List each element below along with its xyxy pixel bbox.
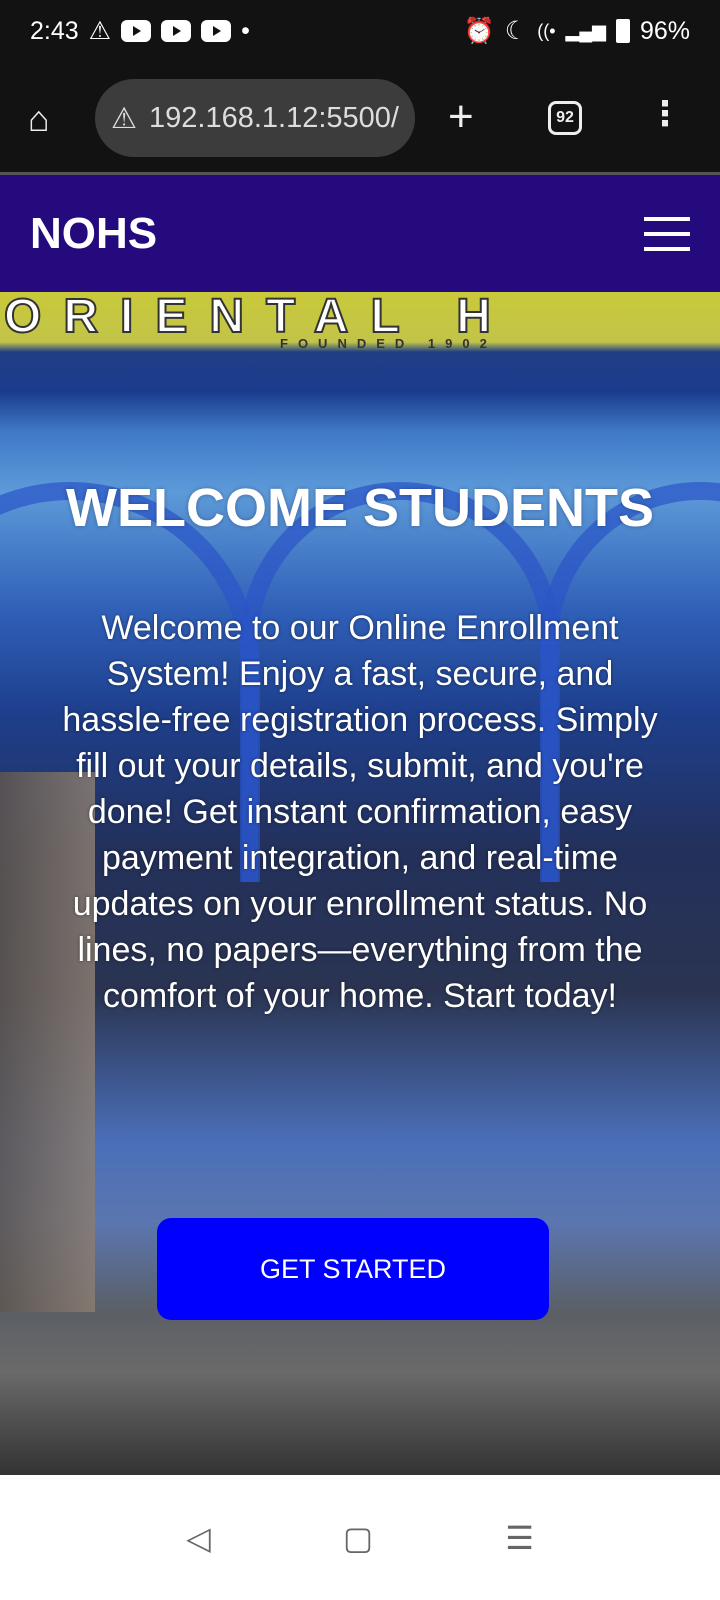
- address-bar[interactable]: ⚠ 192.168.1.12:5500/: [95, 79, 415, 157]
- brand-logo[interactable]: NOHS: [30, 209, 157, 259]
- more-menu-icon[interactable]: ⋮: [648, 94, 682, 134]
- url-text[interactable]: 192.168.1.12:5500/: [149, 102, 399, 135]
- battery-icon: [615, 19, 630, 43]
- browser-toolbar: ⌂ ⚠ 192.168.1.12:5500/ + 92 ⋮: [0, 62, 720, 172]
- school-sign: ORIENTAL H: [3, 292, 513, 343]
- signal-icon: ▂▄▆: [565, 20, 606, 41]
- battery-level: 96%: [639, 16, 690, 45]
- system-navigation-bar: ◁ ▢ ☰: [0, 1475, 720, 1600]
- not-secure-warning-icon[interactable]: ⚠: [111, 101, 137, 136]
- navbar: NOHS: [0, 175, 720, 292]
- get-started-button[interactable]: GET STARTED: [157, 1218, 549, 1320]
- home-square-icon[interactable]: ▢: [343, 1519, 373, 1557]
- hero-title: WELCOME STUDENTS: [66, 478, 654, 538]
- youtube-icon: [161, 20, 192, 42]
- back-icon[interactable]: ◁: [186, 1519, 211, 1557]
- school-sign-founded: FOUNDED 1902: [280, 336, 497, 351]
- hamburger-menu-icon[interactable]: [644, 216, 690, 251]
- tab-switcher-button[interactable]: 92: [548, 101, 582, 135]
- clock: 2:43: [30, 16, 79, 45]
- youtube-icon: [121, 20, 152, 42]
- moon-icon: ☾: [504, 17, 528, 45]
- status-bar: 2:43 ⚠ • ⏰ ☾ ((• ▂▄▆ 96%: [0, 0, 720, 62]
- home-icon[interactable]: ⌂: [28, 98, 50, 140]
- youtube-icon: [201, 20, 232, 42]
- recents-icon[interactable]: ☰: [505, 1519, 534, 1557]
- dot-icon: •: [241, 16, 250, 45]
- warning-icon: ⚠: [88, 17, 112, 45]
- hero-section: ORIENTAL H FOUNDED 1902 WELCOME STUDENTS…: [0, 292, 720, 1475]
- alarm-icon: ⏰: [463, 16, 495, 45]
- new-tab-icon[interactable]: +: [448, 92, 474, 142]
- wifi-icon: ((•: [537, 20, 556, 41]
- hero-description: Welcome to our Online Enrollment System!…: [62, 609, 658, 1015]
